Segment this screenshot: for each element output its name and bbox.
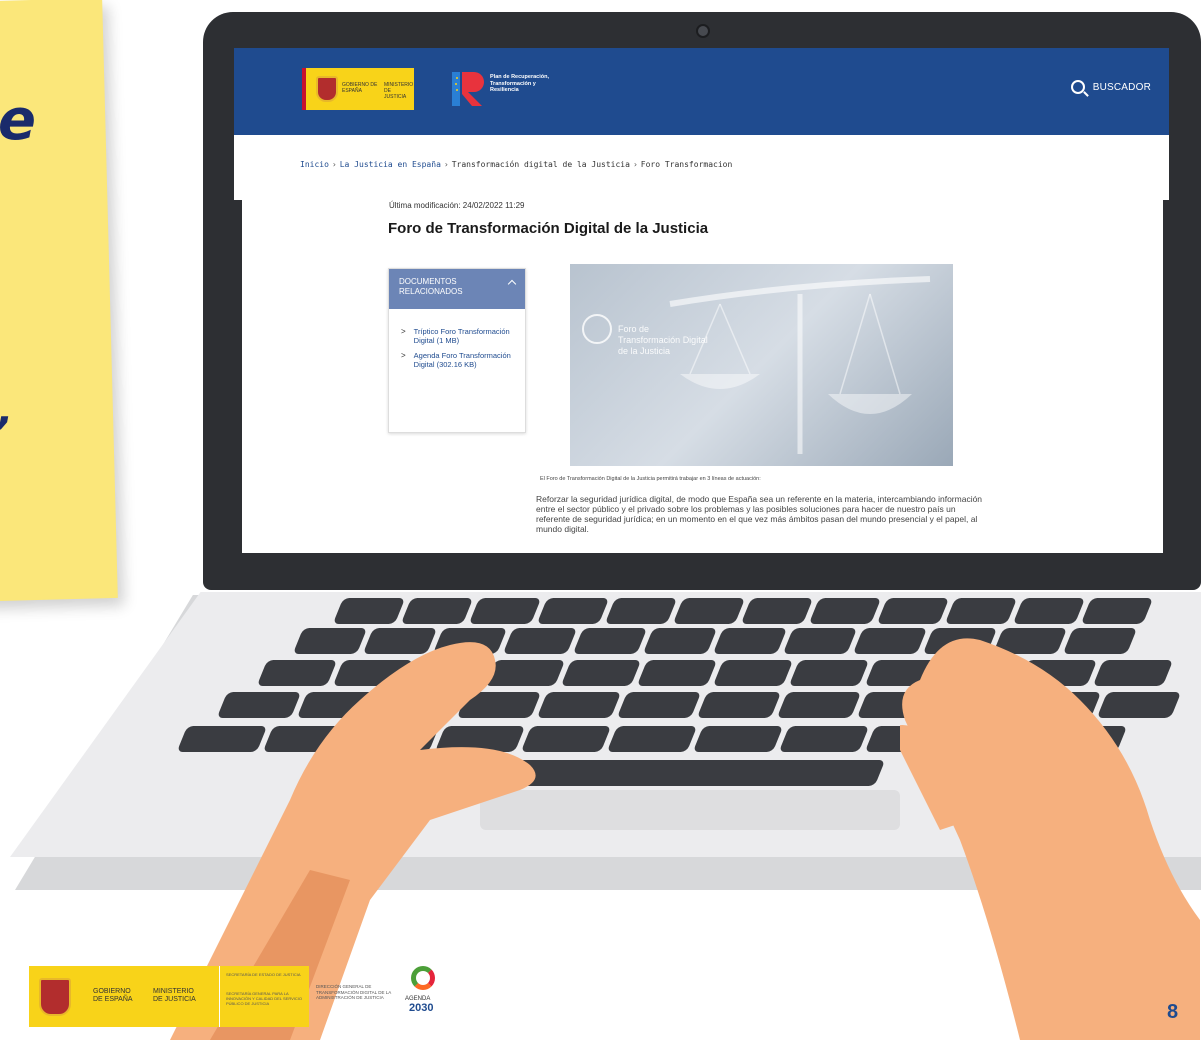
laptop-screen: GOBIERNO DE ESPAÑA MINISTERIO DE JUSTICI…: [234, 48, 1169, 553]
gov-label: GOBIERNO DE ESPAÑA: [342, 82, 378, 94]
breadcrumb-item-transformacion[interactable]: Transformación digital de la Justicia: [452, 160, 630, 169]
keyboard-key: [788, 660, 870, 686]
page-title: Foro de Transformación Digital de la Jus…: [388, 220, 709, 237]
coat-of-arms-icon: [316, 76, 338, 102]
hero-caption: Foro de Transformación Digital de la Jus…: [618, 324, 708, 356]
footer-secretaria-sub: SECRETARÍA GENERAL PARA LA INNOVACIÓN Y …: [226, 991, 303, 1006]
gobierno-logo[interactable]: GOBIERNO DE ESPAÑA MINISTERIO DE JUSTICI…: [302, 68, 414, 110]
last-modified: Última modificación: 24/02/2022 11:29: [389, 201, 525, 210]
chevron-right-icon: >: [401, 327, 406, 336]
foro-logo-icon: [582, 314, 612, 344]
breadcrumb-separator: ›: [632, 160, 638, 169]
breadcrumb: Inicio › La Justicia en España › Transfo…: [300, 160, 732, 169]
breadcrumb-item-inicio[interactable]: Inicio: [300, 160, 329, 169]
footer-ministry-label: MINISTERIO DE JUSTICIA: [153, 988, 196, 1003]
agenda-2030-logo: AGENDA 2030: [405, 966, 443, 1026]
search-icon: [1070, 80, 1085, 94]
footer-direccion-label: DIRECCIÓN GENERAL DE TRANSFORMACIÓN DIGI…: [316, 984, 392, 1000]
keyboard-key: [808, 598, 882, 624]
right-hand: [900, 638, 1200, 1040]
keyboard-key: [712, 660, 794, 686]
document-link[interactable]: Tríptico Foro Transformación Digital (1 …: [414, 327, 521, 345]
document-item[interactable]: > Tríptico Foro Transformación Digital (…: [401, 327, 521, 345]
document-item[interactable]: > Agenda Foro Transformación Digital (30…: [401, 351, 521, 369]
keyboard-key: [604, 598, 678, 624]
keyboard-key: [778, 726, 870, 752]
keyboard-key: [740, 598, 814, 624]
documents-panel-header[interactable]: DOCUMENTOS RELACIONADOS: [389, 269, 525, 309]
keyboard-key: [782, 628, 858, 654]
camera-icon: [696, 24, 710, 38]
flag-stripe: [302, 68, 306, 110]
scales-of-justice-icon: [669, 276, 931, 454]
keyboard-key: [776, 692, 862, 718]
search-label: BUSCADOR: [1092, 81, 1151, 93]
sticky-note-glyph-2: ,: [0, 388, 13, 434]
breadcrumb-item-justicia[interactable]: La Justicia en España: [340, 160, 441, 169]
slide: e , GOBIERNO DE ESPAÑA MINISTERIO DE JUS…: [0, 0, 1201, 1040]
plan-label: Plan de Recuperación, Transformación y R…: [490, 74, 549, 93]
keyboard-key: [468, 598, 542, 624]
keyboard-key: [712, 628, 788, 654]
intro-text: El Foro de Transformación Digital de la …: [540, 476, 761, 482]
bullet-text: Reforzar la seguridad jurídica digital, …: [536, 494, 983, 534]
document-link[interactable]: Agenda Foro Transformación Digital (302.…: [414, 351, 521, 369]
page-number: 8: [1167, 1001, 1179, 1023]
chevron-up-icon: [507, 279, 517, 289]
documents-list: > Tríptico Foro Transformación Digital (…: [401, 327, 521, 375]
documents-panel-title: DOCUMENTOS RELACIONADOS: [399, 277, 463, 296]
site-header: GOBIERNO DE ESPAÑA MINISTERIO DE JUSTICI…: [234, 48, 1169, 135]
keyboard-key: [332, 598, 406, 624]
search-button[interactable]: BUSCADOR: [1070, 80, 1151, 94]
sdg-wheel-icon: [411, 966, 435, 990]
agenda-year: 2030: [409, 1002, 434, 1014]
keyboard-key: [672, 598, 746, 624]
keyboard-key: [400, 598, 474, 624]
bullet-item: Reforzar la seguridad jurídica digital, …: [536, 494, 986, 534]
chevron-right-icon: >: [401, 351, 406, 360]
footer-gobierno-logo: GOBIERNO DE ESPAÑA MINISTERIO DE JUSTICI…: [29, 966, 219, 1027]
prtr-logo-icon[interactable]: [452, 68, 486, 110]
keyboard-key: [536, 598, 610, 624]
breadcrumb-item-current: Foro Transformacion: [640, 160, 733, 169]
sticky-note-glyph: e: [0, 88, 36, 153]
footer-secretaria-logo: SECRETARÍA DE ESTADO DE JUSTICIA SECRETA…: [219, 966, 309, 1027]
footer-gov-label: GOBIERNO DE ESPAÑA: [93, 988, 133, 1003]
footer-secretaria-label: SECRETARÍA DE ESTADO DE JUSTICIA: [226, 972, 301, 977]
breadcrumb-separator: ›: [331, 160, 337, 169]
documents-panel: DOCUMENTOS RELACIONADOS > Tríptico Foro …: [388, 268, 526, 433]
coat-of-arms-icon: [39, 978, 71, 1016]
breadcrumb-separator: ›: [443, 160, 449, 169]
hero-image: Foro de Transformación Digital de la Jus…: [570, 264, 953, 466]
ministry-label: MINISTERIO DE JUSTICIA: [384, 82, 414, 100]
